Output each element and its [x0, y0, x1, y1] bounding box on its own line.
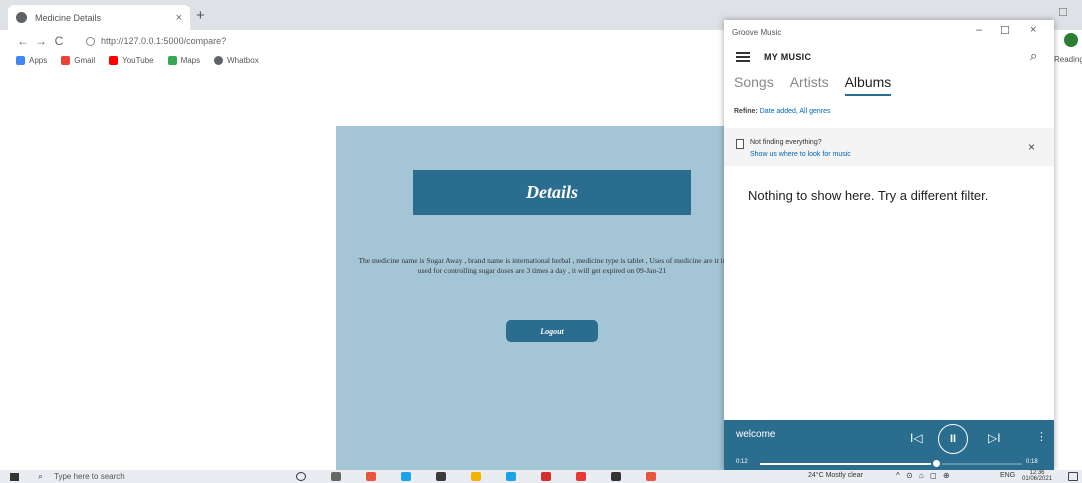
more-options-icon[interactable]: ⋮ [1036, 430, 1047, 443]
weather-widget[interactable]: 24°C Mostly clear [808, 472, 863, 479]
chrome-icon[interactable] [646, 472, 656, 481]
refine-filter: Refine: Date added, All genres [734, 108, 831, 115]
notice-title: Not finding everything? [750, 139, 822, 146]
refine-filter-link[interactable]: Date added, All genres [760, 108, 831, 115]
new-tab-button[interactable]: + [196, 7, 205, 24]
elapsed-time: 0:12 [736, 459, 748, 465]
globe-icon [214, 55, 224, 65]
details-header: Details [413, 170, 691, 215]
seek-bar-fill [760, 463, 936, 465]
browser-maximize-icon[interactable]: ☐ [1058, 6, 1068, 19]
tab-title: Medicine Details [35, 12, 102, 23]
back-button[interactable]: ← [14, 34, 32, 48]
search-icon[interactable]: ⌕ [1030, 48, 1037, 64]
system-tray-icons[interactable]: ^ ⊙ ⌂ ◻ ⊕ [896, 471, 952, 480]
store-icon[interactable] [436, 472, 446, 481]
search-icon[interactable]: ⌕ [38, 471, 43, 482]
notice-close-icon[interactable]: × [1028, 140, 1035, 154]
clock-date: 01/06/2021 [1022, 476, 1053, 482]
app-icon[interactable] [541, 472, 551, 481]
site-info-icon[interactable] [86, 36, 95, 46]
medicine-description: The medicine name is Sugar Away , brand … [358, 256, 726, 275]
youtube-icon [109, 55, 119, 65]
edge-icon[interactable] [401, 472, 411, 481]
bookmark-whatbox[interactable]: Whatbox [214, 55, 259, 65]
office-icon[interactable] [576, 472, 586, 481]
address-bar[interactable]: http://127.0.0.1:5000/compare? [86, 33, 716, 49]
refine-label: Refine: [734, 108, 758, 115]
hamburger-menu-icon[interactable] [736, 52, 750, 62]
windows-start-icon[interactable] [10, 473, 19, 481]
seek-bar[interactable] [760, 463, 1022, 465]
mail-icon[interactable] [506, 472, 516, 481]
language-indicator[interactable]: ENG [1000, 472, 1015, 479]
forward-button[interactable]: → [32, 34, 50, 48]
maximize-icon[interactable]: ☐ [1000, 24, 1010, 37]
total-time: 0:18 [1026, 459, 1038, 465]
gmail-icon [61, 55, 71, 65]
not-finding-notice: Not finding everything? Show us where to… [724, 128, 1054, 166]
taskbar-clock[interactable]: 12:36 01/06/2021 [1022, 470, 1052, 482]
bookmark-youtube[interactable]: YouTube [109, 55, 154, 65]
globe-icon [16, 12, 27, 23]
file-explorer-icon[interactable] [471, 472, 481, 481]
url-text: http://127.0.0.1:5000/compare? [101, 36, 227, 46]
previous-track-icon[interactable]: I◁ [910, 431, 923, 445]
section-heading: MY MUSIC [764, 52, 812, 62]
notification-center-icon[interactable] [1068, 472, 1078, 481]
windows-taskbar: ⌕ Type here to search 24°C Mostly clear … [0, 470, 1082, 483]
seek-bar-handle[interactable] [930, 458, 942, 469]
apps-icon [16, 55, 25, 65]
taskbar-search-input[interactable]: Type here to search [54, 472, 125, 481]
groove-music-window: Groove Music – ☐ × MY MUSIC ⌕ Songs Arti… [724, 20, 1054, 470]
document-icon [736, 139, 744, 149]
cortana-icon[interactable] [296, 472, 306, 481]
tab-close-icon[interactable]: × [176, 12, 182, 24]
player-bar: welcome I◁ II ▷I ⋮ 0:12 0:18 [724, 420, 1054, 470]
logout-button[interactable]: Logout [506, 320, 598, 342]
groove-tabs: Songs Artists Albums [734, 74, 892, 96]
tab-albums[interactable]: Albums [844, 74, 892, 96]
notice-link[interactable]: Show us where to look for music [750, 151, 851, 158]
browser-tab[interactable]: Medicine Details × [8, 5, 190, 30]
tab-songs[interactable]: Songs [734, 74, 774, 96]
bookmark-maps[interactable]: Maps [167, 55, 200, 65]
page-title: Details [526, 182, 578, 202]
maps-icon [167, 55, 177, 65]
tab-artists[interactable]: Artists [790, 74, 829, 96]
bookmark-apps[interactable]: Apps [16, 55, 47, 65]
app-title: Groove Music [732, 28, 782, 37]
pause-button[interactable]: II [938, 424, 968, 454]
groove-header: MY MUSIC ⌕ [724, 46, 1054, 68]
groove-titlebar: Groove Music – ☐ × [724, 20, 1054, 44]
empty-state-message: Nothing to show here. Try a different fi… [748, 188, 989, 203]
track-title[interactable]: welcome [736, 429, 775, 440]
close-icon[interactable]: × [1030, 24, 1036, 36]
task-view-icon[interactable] [331, 472, 341, 481]
reload-button[interactable]: C [50, 34, 68, 48]
minimize-icon[interactable]: – [976, 24, 982, 36]
chrome-icon[interactable] [366, 472, 376, 481]
reading-list-button[interactable]: Reading [1054, 55, 1082, 64]
bookmark-gmail[interactable]: Gmail [61, 55, 95, 65]
terminal-icon[interactable] [611, 472, 621, 481]
next-track-icon[interactable]: ▷I [988, 431, 1001, 445]
profile-avatar[interactable] [1064, 33, 1078, 47]
